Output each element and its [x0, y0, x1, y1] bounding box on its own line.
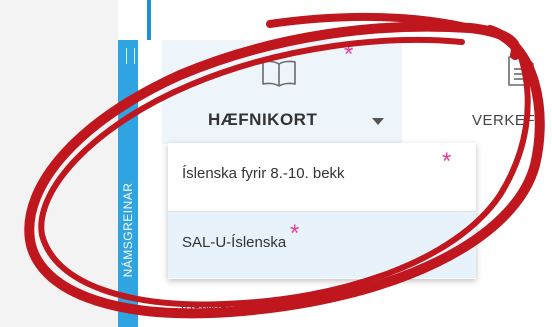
- document-icon: [504, 54, 538, 93]
- dropdown-item[interactable]: Íslenska fyrir 8.-10. bekk: [168, 143, 476, 209]
- tab-haefnikort[interactable]: HÆFNIKORT: [162, 40, 402, 144]
- page-margin: [0, 0, 118, 327]
- subject-dropdown-menu: Íslenska fyrir 8.-10. bekk SAL-U-Íslensk…: [168, 143, 476, 279]
- annotation-star-icon: *: [290, 220, 300, 247]
- tab-verkefni[interactable]: VERKEF: [456, 40, 552, 144]
- side-tab-label: NÁMSGREINAR: [121, 182, 135, 278]
- tab-haefnikort-label: HÆFNIKORT: [208, 110, 318, 129]
- dropdown-item-selected[interactable]: SAL-U-Íslenska: [168, 212, 476, 278]
- dropdown-item-label: Íslenska fyrir 8.-10. bekk: [182, 165, 345, 182]
- annotation-star-icon: *: [442, 148, 452, 175]
- drag-handle-icon[interactable]: [126, 48, 135, 64]
- top-accent-line: [147, 0, 151, 40]
- book-icon: [260, 58, 298, 93]
- annotation-star-icon: *: [344, 41, 354, 68]
- dropdown-item-label: SAL-U-Íslenska: [182, 234, 287, 251]
- tab-verkefni-label: VERKEF: [472, 112, 536, 129]
- chevron-down-icon[interactable]: [372, 118, 384, 125]
- namsgreinar-side-tab[interactable]: NÁMSGREINAR: [118, 40, 138, 327]
- vidmid-heading: VIÐMIÐ: [180, 300, 232, 315]
